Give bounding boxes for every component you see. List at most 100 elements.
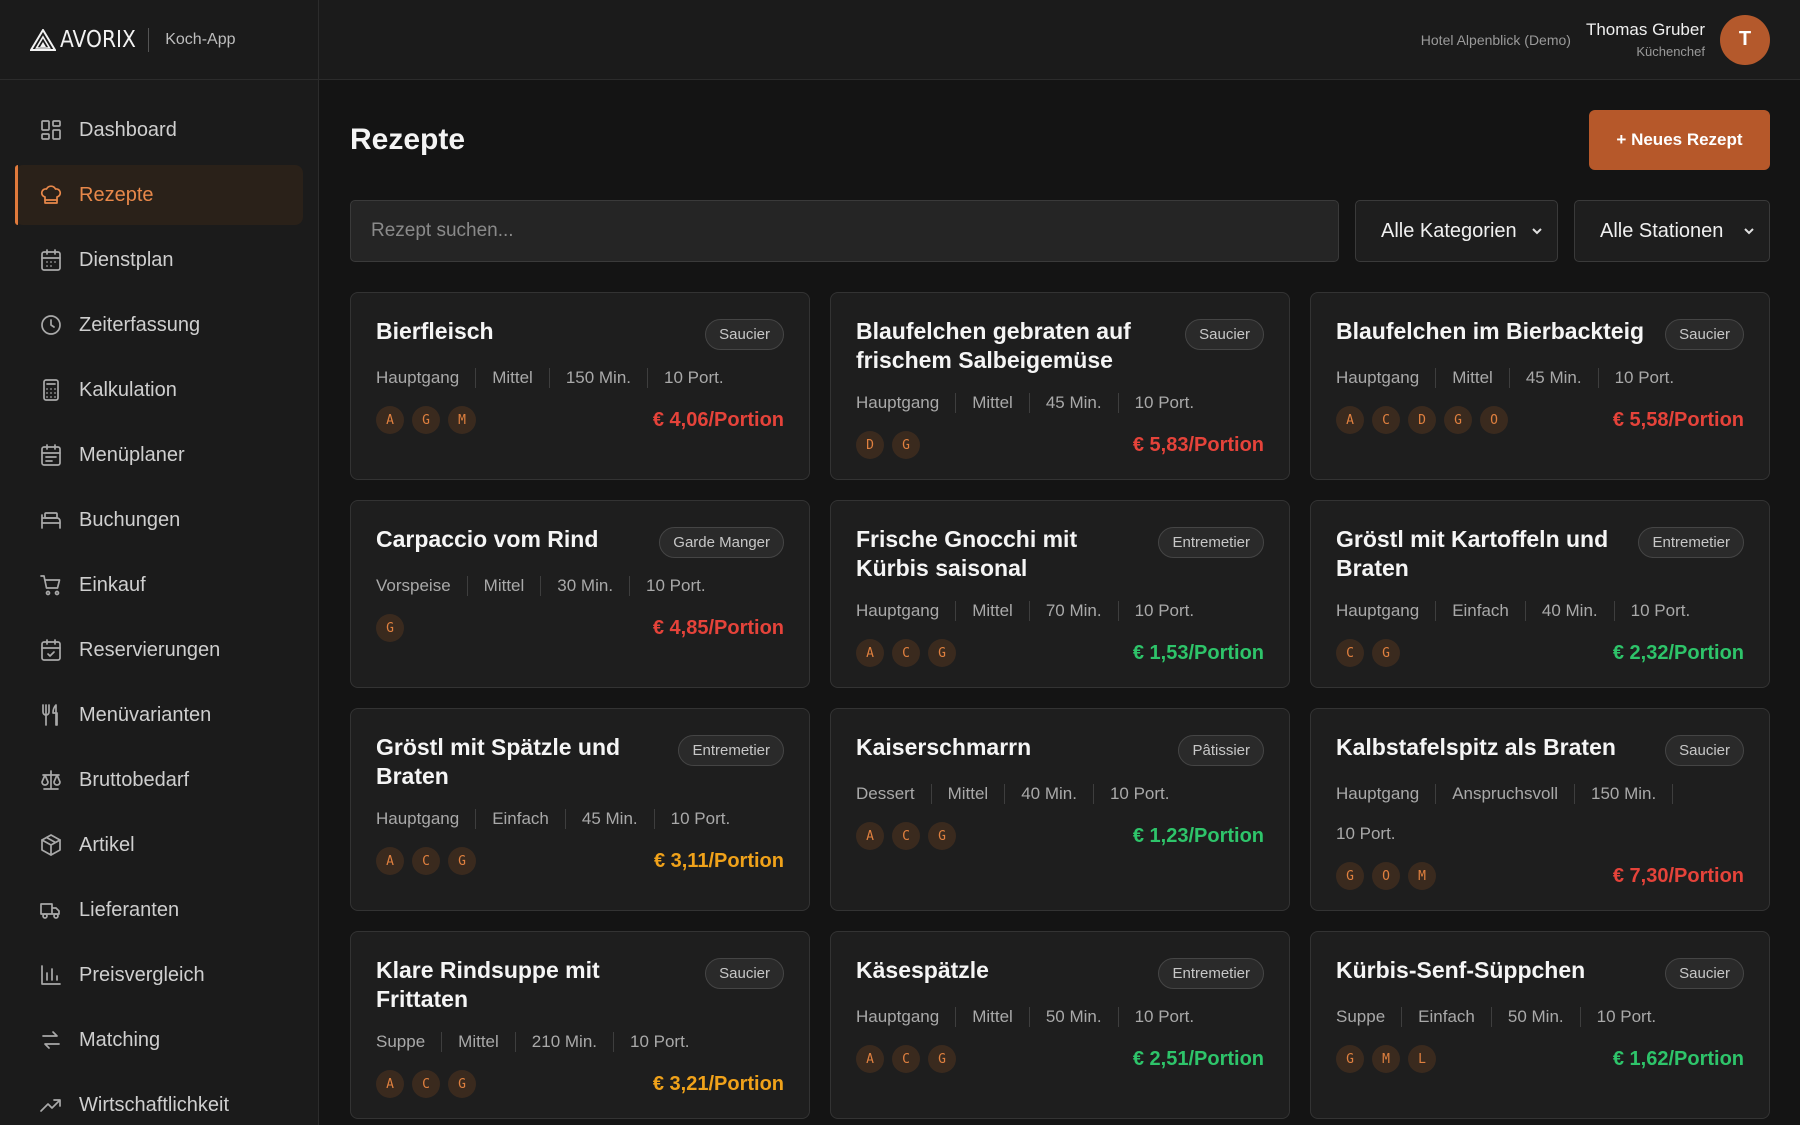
recipe-meta: Hauptgang Mittel 45 Min. 10 Port. (856, 391, 1264, 415)
recipe-meta-item: 10 Port. (1630, 601, 1691, 620)
cart-icon (40, 575, 61, 596)
recipe-meta: Hauptgang Einfach 45 Min. 10 Port. (376, 807, 784, 831)
sidebar-item-dienstplan[interactable]: Dienstplan (15, 230, 303, 290)
recipe-card[interactable]: Blaufelchen gebraten auf frischem Salbei… (830, 292, 1290, 480)
recipe-meta-item: Suppe (376, 1032, 426, 1051)
brand-area: AVORIX Koch-App (0, 0, 319, 80)
app-name: Koch-App (165, 30, 236, 48)
recipe-card[interactable]: Klare Rindsuppe mit Frittaten Saucier Supp… (350, 931, 810, 1119)
avatar[interactable]: T (1720, 14, 1770, 65)
recipe-meta-item: Hauptgang (1336, 368, 1420, 387)
station-badge: Saucier (705, 958, 784, 989)
sidebar-item-artikel[interactable]: Artikel (15, 815, 303, 875)
sidebar-item-dashboard[interactable]: Dashboard (15, 100, 303, 160)
new-recipe-button[interactable]: + Neues Rezept (1589, 110, 1770, 170)
meta-separator (466, 576, 468, 596)
allergen-badge: M (1372, 1045, 1400, 1073)
sidebar-item-reservierungen[interactable]: Reservierungen (15, 620, 303, 680)
sidebar-item-einkauf[interactable]: Einkauf (15, 555, 303, 615)
meta-separator (1028, 393, 1030, 413)
recipe-meta: Hauptgang Mittel 70 Min. 10 Port. (856, 599, 1264, 623)
price-per-portion: € 2,32/Portion (1612, 641, 1744, 664)
meta-separator (1613, 601, 1615, 621)
meta-separator (1117, 393, 1119, 413)
sidebar-item-rezepte[interactable]: Rezepte (15, 165, 303, 225)
bar-chart-icon (41, 965, 61, 985)
recipe-card[interactable]: Carpaccio vom Rind Garde Manger Vorspeise M… (350, 500, 810, 688)
recipe-meta-item: 10 Port. (1336, 824, 1396, 843)
allergen-list: ACG (856, 639, 956, 667)
recipe-title: Blaufelchen gebraten auf frischem Salbei… (856, 318, 1131, 373)
meta-separator (514, 1032, 516, 1052)
allergen-badge: C (1336, 639, 1364, 667)
logo-mark-icon (30, 28, 56, 51)
dashboard-icon-wrap (39, 118, 63, 142)
sidebar-item-lieferanten[interactable]: Lieferanten (15, 880, 303, 940)
recipe-meta-item: 70 Min. (1045, 601, 1102, 620)
sidebar-item-matching[interactable]: Matching (15, 1010, 303, 1070)
logo[interactable]: AVORIX (30, 27, 146, 53)
search-input[interactable]: Rezept suchen... (350, 200, 1339, 262)
sidebar-item-buchungen[interactable]: Buchungen (15, 490, 303, 550)
recipe-meta-item: 10 Port. (1134, 1007, 1195, 1026)
allergen-badge: O (1372, 862, 1400, 890)
recipe-card[interactable]: Kürbis-Senf-Süppchen Saucier Suppe Einfach 5… (1310, 931, 1770, 1119)
recipe-meta-item: Hauptgang (856, 1007, 940, 1026)
user-info[interactable]: Thomas Gruber Küchenchef (1586, 20, 1705, 59)
allergen-badge: G (1444, 406, 1472, 434)
recipe-meta-item: 150 Min. (565, 368, 632, 387)
allergen-badge: A (1336, 406, 1364, 434)
recipe-meta-item: 10 Port. (670, 809, 731, 828)
sidebar-item-bruttobedarf[interactable]: Bruttobedarf (15, 750, 303, 810)
recipe-title: Bierfleisch (376, 318, 494, 344)
recipe-card[interactable]: Frische Gnocchi mit Kürbis saisonal Entre… (830, 500, 1290, 688)
allergen-badge: G (1336, 1045, 1364, 1073)
arrows-icon-wrap (39, 1028, 63, 1052)
meta-separator (955, 601, 957, 621)
sidebar-item-kalkulation[interactable]: Kalkulation (15, 360, 303, 420)
sidebar-item-label: Bruttobedarf (79, 768, 190, 791)
sidebar-item-label: Reservierungen (79, 638, 221, 661)
recipe-meta-item: Einfach (1452, 601, 1509, 620)
allergen-list: AGM (376, 406, 476, 434)
station-badge: Entremetier (1158, 958, 1264, 989)
recipe-card[interactable]: Gröstl mit Kartoffeln und Braten Entremet… (1310, 500, 1770, 688)
sidebar-item-menueplaner[interactable]: Menüplaner (15, 425, 303, 485)
recipe-card[interactable]: Käsespätzle Entremetier Hauptgang Mittel 50 … (830, 931, 1290, 1119)
allergen-list: ACDGO (1336, 406, 1508, 434)
station-select[interactable]: Alle Stationen (1574, 200, 1770, 262)
recipe-meta-item: 45 Min. (1525, 368, 1582, 387)
clock-icon (41, 315, 61, 335)
allergen-badge: C (412, 1070, 440, 1098)
recipe-meta-item: 210 Min. (531, 1032, 597, 1051)
sidebar-item-preisvergleich[interactable]: Preisvergleich (15, 945, 303, 1005)
allergen-badge: G (892, 431, 920, 459)
recipe-meta: Dessert Mittel 40 Min. 10 Port. (856, 782, 1264, 806)
meta-separator (930, 784, 932, 804)
price-per-portion: € 2,51/Portion (1132, 1047, 1264, 1070)
allergen-list: ACG (376, 847, 476, 875)
sidebar-item-wirtschaftlichkeit[interactable]: Wirtschaftlichkeit (15, 1075, 303, 1125)
bed-icon (41, 512, 61, 529)
utensils-icon (42, 704, 58, 726)
category-select[interactable]: Alle Kategorien (1355, 200, 1558, 262)
sidebar-item-menuevarianten[interactable]: Menüvarianten (15, 685, 303, 745)
price-per-portion: € 4,06/Portion (652, 408, 784, 431)
recipe-meta-item: Einfach (1418, 1007, 1475, 1026)
price-per-portion: € 7,30/Portion (1612, 864, 1744, 887)
sidebar-item-label: Lieferanten (79, 898, 180, 921)
recipe-meta: Hauptgang Mittel 45 Min. 10 Port. (1336, 366, 1744, 390)
scale-icon (41, 770, 61, 790)
recipe-card[interactable]: Blaufelchen im Bierbackteig Saucier Hauptg… (1310, 292, 1770, 480)
allergen-badge: G (928, 639, 956, 667)
hotel-name[interactable]: Hotel Alpenblick (Demo) (1421, 32, 1571, 48)
page-title: Rezepte (350, 123, 466, 156)
station-select-value: Alle Stationen (1600, 219, 1724, 242)
recipe-card[interactable]: Kaiserschmarrn Pâtissier Dessert Mittel 40 M… (830, 708, 1290, 911)
allergen-list: G (376, 614, 404, 642)
recipe-card[interactable]: Gröstl mit Spätzle und Braten Entremetier… (350, 708, 810, 911)
sidebar-item-zeiterfassung[interactable]: Zeiterfassung (15, 295, 303, 355)
allergen-badge: C (412, 847, 440, 875)
recipe-card[interactable]: Kalbstafelspitz als Braten Saucier Hauptga… (1310, 708, 1770, 911)
recipe-card[interactable]: Bierfleisch Saucier Hauptgang Mittel 150 Min… (350, 292, 810, 480)
